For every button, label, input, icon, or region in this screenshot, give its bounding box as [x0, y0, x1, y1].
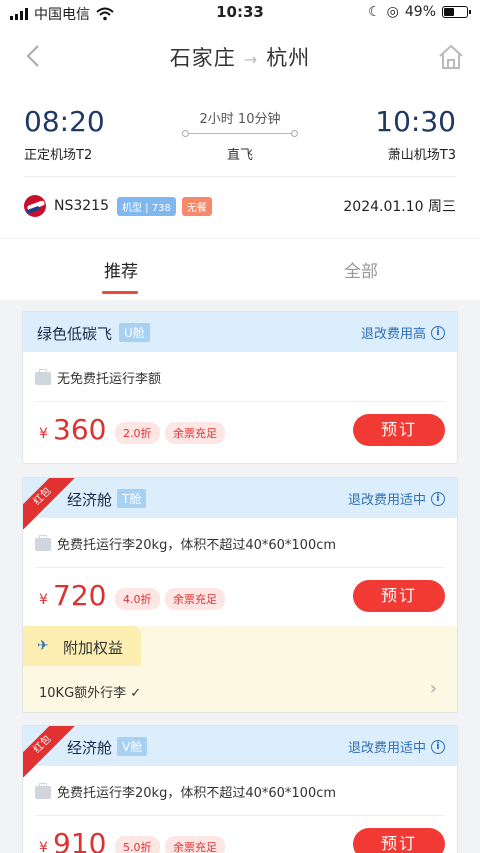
currency-symbol: ¥ — [39, 426, 48, 442]
refund-policy-link[interactable]: 退改费用适中 i — [348, 737, 445, 756]
currency-symbol: ¥ — [39, 840, 48, 853]
red-packet-ribbon: 红包 — [23, 726, 75, 778]
cabin-code-badge: V舱 — [117, 737, 148, 756]
book-button[interactable]: 预订 — [353, 414, 445, 446]
price: 910 — [53, 827, 107, 853]
aircraft-badge[interactable]: 机型 | 738 — [117, 196, 176, 216]
refund-policy-link[interactable]: 退改费用适中 i — [348, 489, 445, 508]
currency-symbol: ¥ — [39, 592, 48, 608]
home-icon[interactable] — [436, 42, 466, 72]
cabin-card: 经济舱 V舱 退改费用适中 i 免费托运行李20kg，体积不超过40*60*100… — [22, 725, 458, 853]
cabin-card: 经济舱 T舱 退改费用适中 i 免费托运行李20kg，体积不超过40*60*100… — [22, 477, 458, 713]
moon-icon: ☾ — [368, 4, 381, 20]
origin-city: 石家庄 — [169, 46, 236, 70]
rotation-lock-icon: ◎ — [386, 4, 399, 20]
extra-benefit-item: 10KG额外行李 ✓ — [39, 686, 142, 701]
book-button[interactable]: 预订 — [353, 828, 445, 853]
baggage-row: 无免费托运行李额 — [35, 352, 445, 402]
baggage-text: 免费托运行李20kg，体积不超过40*60*100cm — [57, 538, 337, 553]
discount-badge: 4.0折 — [115, 588, 160, 610]
extra-benefits[interactable]: ✈ 附加权益 10KG额外行李 ✓ › — [23, 626, 457, 712]
tab-all[interactable]: 全部 — [344, 257, 378, 282]
arrival-airport: 萧山机场T3 — [387, 148, 456, 163]
chevron-right-icon: › — [429, 678, 437, 699]
refund-policy-label: 退改费用适中 — [347, 741, 426, 756]
battery-icon — [442, 6, 471, 18]
extra-benefits-tab: ✈ 附加权益 — [23, 626, 141, 666]
flight-header: 石家庄 → 杭州 08:20 正定机场T2 2小时 10分钟 直飞 10:30 萧山… — [0, 26, 480, 238]
stock-badge: 余票充足 — [165, 836, 225, 853]
airline-logo — [24, 195, 46, 217]
price-row: ¥ 720 4.0折 余票充足 预订 — [23, 568, 457, 626]
cabin-tabs: 推荐 全部 — [0, 238, 480, 300]
flight-number: NS3215 — [54, 198, 109, 214]
price: 720 — [53, 579, 107, 612]
luggage-icon — [35, 369, 51, 385]
cabin-card-header: 绿色低碳飞 U舱 退改费用高 i — [23, 312, 457, 352]
cabin-code-badge: T舱 — [117, 489, 147, 508]
flight-date: 2024.01.10 周三 — [343, 199, 456, 215]
stock-badge: 余票充足 — [165, 588, 225, 610]
refund-policy-label: 退改费用适中 — [347, 493, 426, 508]
price-row: ¥ 910 5.0折 余票充足 预订 — [23, 816, 457, 853]
status-bar: 中国电信 10:33 ☾ ◎ 49% — [0, 0, 480, 26]
flight-times: 08:20 正定机场T2 2小时 10分钟 直飞 10:30 萧山机场T3 — [24, 102, 456, 163]
luggage-icon — [35, 535, 51, 551]
refund-policy-label: 退改费用高 — [360, 327, 426, 342]
luggage-icon — [35, 783, 51, 799]
route-arrow-icon: → — [243, 50, 259, 69]
tab-active-indicator — [102, 291, 138, 294]
cabin-card-header: 经济舱 T舱 退改费用适中 i — [23, 478, 457, 518]
nav-bar: 石家庄 → 杭州 — [0, 26, 480, 86]
destination-city: 杭州 — [266, 46, 311, 70]
baggage-text: 免费托运行李20kg，体积不超过40*60*100cm — [57, 786, 337, 801]
ribbon-label: 红包 — [23, 726, 75, 778]
info-icon: i — [431, 325, 445, 340]
meal-badge: 无餐 — [181, 196, 212, 216]
refund-policy-link[interactable]: 退改费用高 i — [361, 323, 445, 342]
info-icon: i — [431, 491, 445, 506]
divider — [24, 176, 456, 177]
info-icon: i — [431, 739, 445, 754]
extra-benefits-title: 附加权益 — [63, 639, 124, 657]
battery-percent: 49% — [404, 4, 436, 20]
tab-recommended[interactable]: 推荐 — [104, 257, 138, 282]
baggage-row: 免费托运行李20kg，体积不超过40*60*100cm — [35, 766, 445, 816]
cabin-card-header: 经济舱 V舱 退改费用适中 i — [23, 726, 457, 766]
duration-line — [182, 130, 298, 138]
price-row: ¥ 360 2.0折 余票充足 预订 — [23, 402, 457, 460]
ribbon-label: 红包 — [23, 478, 75, 530]
cabin-name: 绿色低碳飞 — [37, 325, 113, 343]
discount-badge: 2.0折 — [115, 422, 160, 444]
baggage-text: 无免费托运行李额 — [57, 372, 162, 387]
cabin-card: 绿色低碳飞 U舱 退改费用高 i 无免费托运行李额 ¥ 360 2.0折 余票充足… — [22, 311, 458, 464]
flight-info-row: NS3215 机型 | 738 无餐 2024.01.10 周三 — [24, 194, 456, 218]
book-button[interactable]: 预订 — [353, 580, 445, 612]
stock-badge: 余票充足 — [165, 422, 225, 444]
airplane-icon: ✈ — [37, 638, 49, 654]
discount-badge: 5.0折 — [115, 836, 160, 853]
red-packet-ribbon: 红包 — [23, 478, 75, 530]
baggage-row: 免费托运行李20kg，体积不超过40*60*100cm — [35, 518, 445, 568]
arrival-time: 10:30 — [375, 105, 456, 138]
cabin-code-badge: U舱 — [119, 323, 150, 342]
route-title: 石家庄 → 杭州 — [0, 42, 480, 72]
status-right: ☾ ◎ 49% — [368, 4, 471, 20]
price: 360 — [53, 413, 107, 446]
